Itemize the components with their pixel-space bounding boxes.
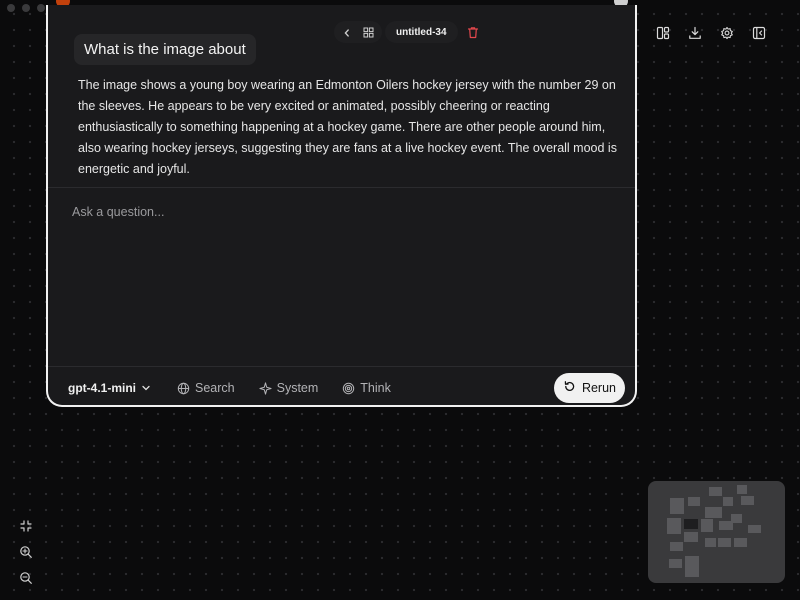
trash-icon[interactable] [467, 21, 479, 43]
zoom-in-icon[interactable] [19, 544, 33, 563]
minimap-node [719, 521, 733, 530]
think-toggle-button[interactable]: Think [342, 381, 391, 395]
sparkle-icon [259, 381, 272, 395]
chevron-left-icon[interactable] [342, 23, 352, 42]
rotate-icon [563, 380, 576, 396]
document-title[interactable]: untitled-34 [385, 21, 458, 43]
zoom-out-icon[interactable] [19, 570, 33, 589]
minimap-node [669, 559, 682, 568]
window-dot[interactable] [22, 4, 30, 12]
document-nav: untitled-34 [334, 21, 479, 43]
minimap[interactable] [648, 481, 785, 583]
search-toggle-button[interactable]: Search [177, 381, 235, 395]
collapse-panel-icon[interactable] [752, 25, 766, 44]
minimap-node [667, 518, 681, 534]
answer-text: The image shows a young boy wearing an E… [78, 78, 617, 176]
canvas-toolbar [656, 25, 766, 44]
chat-node-card: What is the image about The image shows … [46, 5, 637, 407]
zoom-controls [19, 518, 33, 589]
minimap-node [670, 498, 684, 514]
minimap-node [688, 497, 700, 506]
window-dot[interactable] [37, 4, 45, 12]
window-dot[interactable] [7, 4, 15, 12]
minimap-node [718, 538, 731, 547]
settings-icon[interactable] [720, 25, 734, 44]
minimap-node [737, 485, 747, 494]
minimap-node [684, 532, 698, 542]
spiral-icon [342, 382, 355, 395]
fit-screen-icon[interactable] [19, 518, 33, 537]
minimap-node [670, 542, 683, 551]
chevron-down-icon [141, 383, 151, 393]
minimap-node [701, 519, 713, 532]
layout-icon[interactable] [656, 25, 670, 44]
minimap-node [705, 538, 716, 547]
search-label: Search [195, 381, 235, 395]
divider [48, 187, 635, 188]
think-label: Think [360, 381, 391, 395]
minimap-node [734, 538, 747, 547]
minimap-node [723, 497, 733, 506]
prompt-toolbar: gpt-4.1-mini Search System Think Rerun [68, 373, 625, 403]
minimap-node [685, 556, 699, 577]
question-bubble: What is the image about [74, 34, 256, 65]
download-icon[interactable] [688, 25, 702, 44]
nav-controls [334, 21, 382, 43]
grid-icon[interactable] [363, 23, 374, 42]
minimap-node [741, 496, 754, 505]
minimap-node [684, 519, 698, 529]
model-name: gpt-4.1-mini [68, 381, 136, 395]
system-toggle-button[interactable]: System [259, 381, 319, 395]
ask-question-input[interactable] [70, 199, 614, 225]
system-label: System [276, 381, 319, 395]
rerun-label: Rerun [581, 381, 616, 395]
globe-icon [177, 382, 190, 395]
window-controls [7, 4, 45, 12]
divider [48, 366, 635, 367]
minimap-node [748, 525, 761, 533]
minimap-node [705, 507, 722, 518]
model-selector[interactable]: gpt-4.1-mini [68, 381, 151, 395]
minimap-node [709, 487, 722, 496]
rerun-button[interactable]: Rerun [553, 373, 625, 403]
